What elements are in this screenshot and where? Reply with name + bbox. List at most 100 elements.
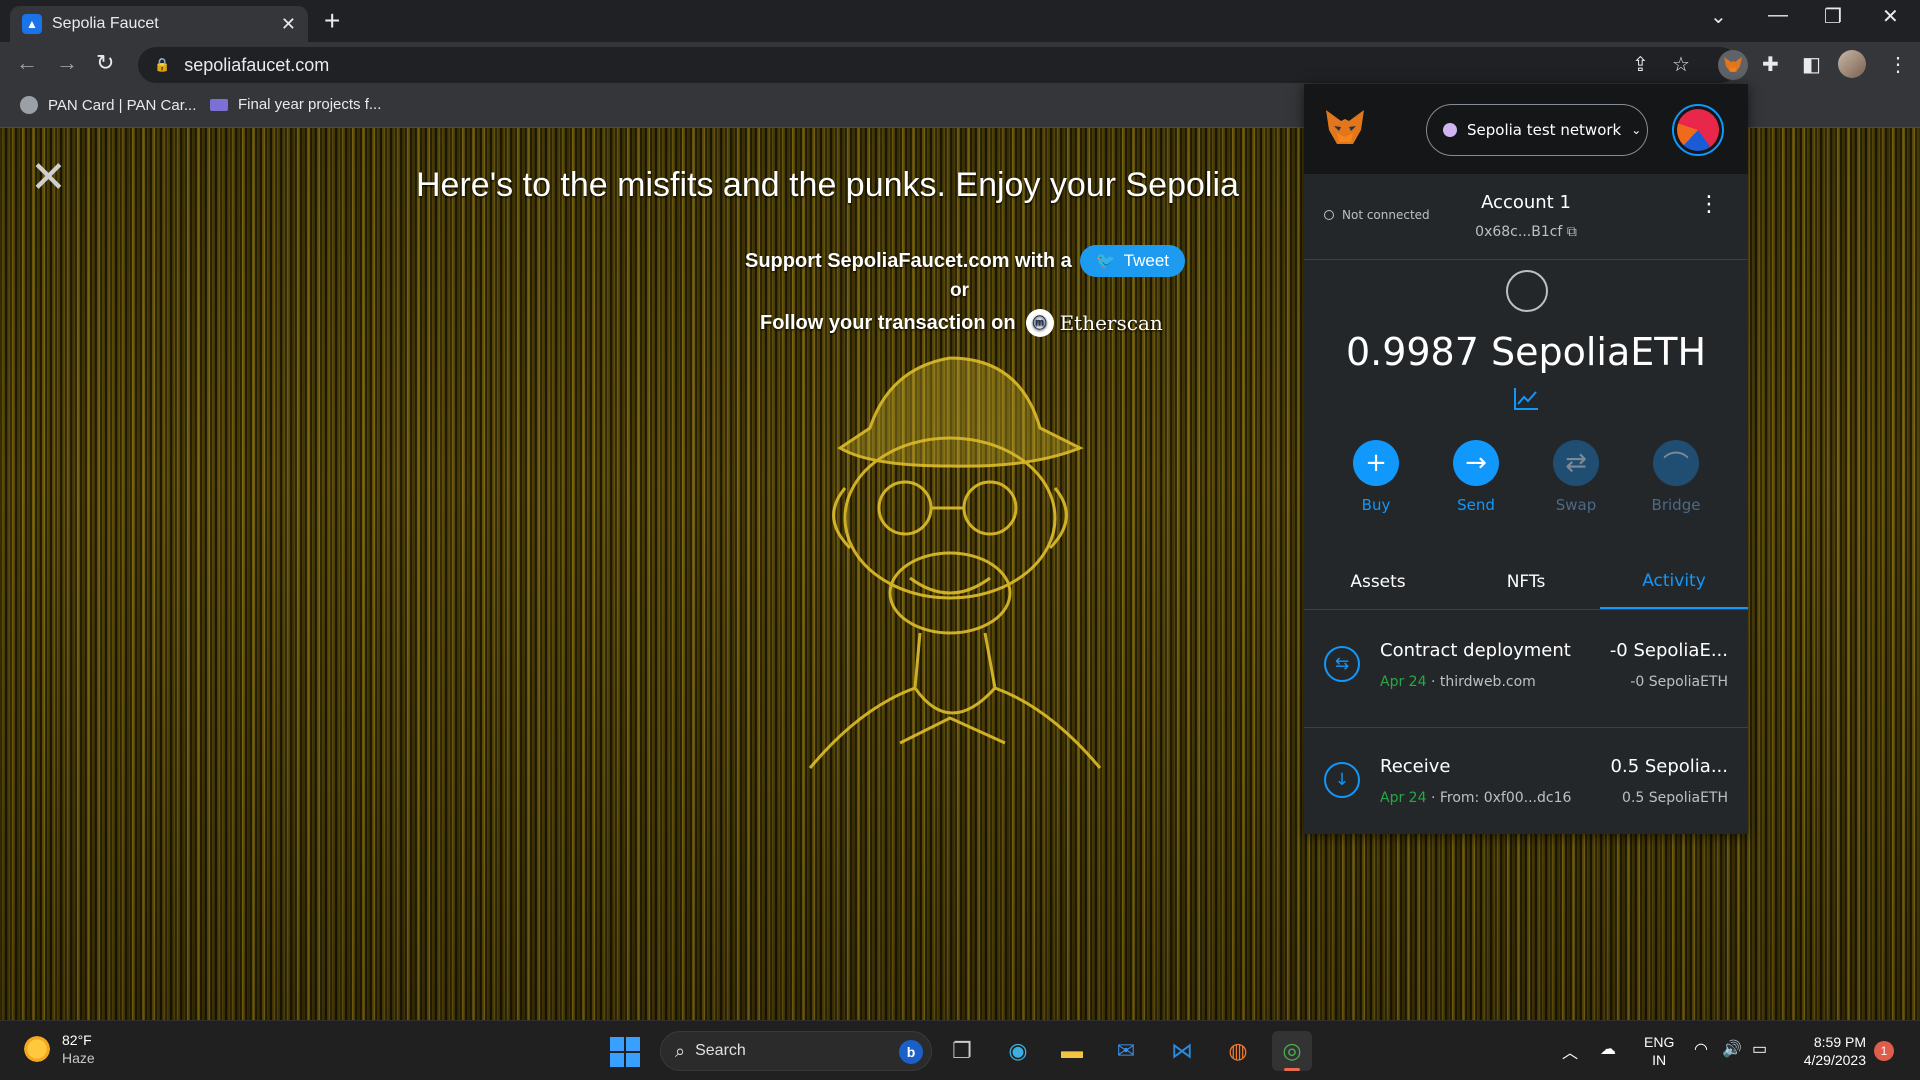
transaction-meta: Apr 24 · From: 0xf00...dc16: [1380, 790, 1572, 806]
edge-icon[interactable]: ◉: [998, 1031, 1038, 1071]
weather-widget[interactable]: 82°F Haze: [22, 1031, 95, 1067]
swap-icon: ⇄: [1553, 440, 1599, 486]
swap-button[interactable]: ⇄ Swap: [1546, 440, 1606, 514]
network-label: Sepolia test network: [1467, 121, 1622, 139]
address-bar[interactable]: 🔒 sepoliafaucet.com: [138, 47, 1738, 83]
support-line: Support SepoliaFaucet.com with a 🐦 Tweet: [745, 245, 1185, 277]
volume-icon[interactable]: 🔊: [1722, 1039, 1742, 1059]
tab-activity[interactable]: Activity: [1600, 554, 1748, 609]
account-avatar[interactable]: [1672, 104, 1724, 156]
extensions-puzzle-icon[interactable]: ✚: [1762, 52, 1779, 77]
browser-tab[interactable]: ▲ Sepolia Faucet ✕: [10, 6, 308, 42]
bridge-button[interactable]: ⌒ Bridge: [1646, 440, 1706, 514]
bing-icon[interactable]: b: [899, 1040, 923, 1064]
time: 8:59 PM: [1813, 1034, 1866, 1050]
transaction-amount: -0 SepoliaE...: [1609, 640, 1728, 661]
etherscan-logo-icon: ⓜ: [1025, 309, 1054, 337]
browser-titlebar: ▲ Sepolia Faucet ✕ + ⌄ — ❐ ✕: [0, 0, 1920, 42]
send-button[interactable]: → Send: [1446, 440, 1506, 514]
transaction-amount-sub: 0.5 SepoliaETH: [1622, 790, 1728, 806]
etherscan-label: Etherscan: [1059, 311, 1163, 335]
token-icon: [1506, 270, 1548, 312]
buy-button[interactable]: + Buy: [1346, 440, 1406, 514]
bookmark-label: PAN Card | PAN Car...: [48, 96, 197, 114]
page-headline: Here's to the misfits and the punks. Enj…: [416, 166, 1239, 204]
tab-nfts[interactable]: NFTs: [1452, 554, 1600, 609]
start-button[interactable]: [610, 1037, 640, 1067]
language-indicator[interactable]: ENG IN: [1644, 1033, 1674, 1069]
search-label: Search: [695, 1042, 746, 1059]
list-item[interactable]: ↓ Receive Apr 24 · From: 0xf00...dc16 0.…: [1304, 728, 1748, 844]
account-address[interactable]: 0x68c...B1cf ⧉: [1304, 224, 1748, 240]
temperature: 82°F: [62, 1032, 92, 1048]
transaction-meta: Apr 24 · thirdweb.com: [1380, 674, 1536, 690]
search-icon: ⌕: [675, 1040, 686, 1061]
notification-badge[interactable]: 1: [1874, 1041, 1894, 1061]
metamask-header: Sepolia test network ⌄: [1304, 84, 1748, 174]
faucet-favicon-icon: ▲: [22, 14, 42, 34]
tab-title: Sepolia Faucet: [52, 15, 159, 32]
tab-assets[interactable]: Assets: [1304, 554, 1452, 609]
close-icon[interactable]: ✕: [30, 156, 67, 200]
list-item[interactable]: ⇆ Contract deployment Apr 24 · thirdweb.…: [1304, 612, 1748, 728]
transaction-date: Apr 24: [1380, 790, 1427, 806]
portfolio-chart-icon[interactable]: [1512, 386, 1540, 412]
bridge-label: Bridge: [1651, 496, 1701, 514]
copy-icon[interactable]: ⧉: [1567, 224, 1577, 240]
firefox-icon[interactable]: ◍: [1218, 1031, 1258, 1071]
share-icon[interactable]: ⇪: [1632, 52, 1649, 77]
metamask-extension-icon[interactable]: [1718, 50, 1748, 80]
side-panel-icon[interactable]: ◧: [1802, 52, 1821, 77]
sun-haze-icon: [22, 1034, 52, 1064]
tray-chevron-up-icon[interactable]: ︿: [1562, 1039, 1578, 1063]
language-code: ENG: [1644, 1034, 1675, 1050]
bookmark-pan-card[interactable]: PAN Card | PAN Car...: [20, 96, 196, 114]
file-explorer-icon[interactable]: ▬: [1052, 1031, 1092, 1071]
metamask-popup: Sepolia test network ⌄ Not connected Acc…: [1304, 84, 1748, 834]
taskbar: 82°F Haze ⌕ Search b ❐ ◉ ▬ ✉ ⋈ ◍ ◎ ︿ ☁ E…: [0, 1020, 1920, 1080]
tab-search-chevron-icon[interactable]: ⌄: [1710, 4, 1727, 29]
contract-icon: ⇆: [1324, 646, 1360, 682]
forward-button[interactable]: →: [56, 50, 78, 76]
plus-icon: +: [1353, 440, 1399, 486]
clock[interactable]: 8:59 PM 4/29/2023: [1796, 1033, 1866, 1069]
globe-icon: [20, 96, 38, 114]
metamask-fox-icon: [1326, 110, 1364, 144]
balance-amount: 0.9987 SepoliaETH: [1345, 330, 1707, 374]
taskbar-search[interactable]: ⌕ Search b: [660, 1031, 932, 1071]
reload-button[interactable]: ↻: [96, 50, 114, 76]
tab-close-icon[interactable]: ✕: [281, 14, 296, 35]
battery-icon[interactable]: ▭: [1752, 1039, 1767, 1059]
address-text: 0x68c...B1cf: [1475, 224, 1563, 240]
minimize-button[interactable]: —: [1768, 4, 1788, 27]
or-text: or: [950, 280, 969, 301]
network-selector[interactable]: Sepolia test network ⌄: [1426, 104, 1648, 156]
window-close-button[interactable]: ✕: [1882, 4, 1899, 29]
transaction-detail: From: 0xf00...dc16: [1439, 790, 1572, 806]
restore-button[interactable]: ❐: [1824, 4, 1842, 29]
mail-icon[interactable]: ✉: [1106, 1031, 1146, 1071]
etherscan-link[interactable]: ⓜ Etherscan: [1025, 309, 1163, 337]
bookmark-final-year-projects[interactable]: Final year projects f...: [210, 96, 381, 113]
transaction-title: Contract deployment: [1380, 640, 1571, 661]
new-tab-button[interactable]: +: [324, 6, 340, 36]
wifi-icon[interactable]: ◠: [1694, 1039, 1708, 1059]
url-text: sepoliafaucet.com: [184, 54, 330, 75]
vscode-icon[interactable]: ⋈: [1162, 1031, 1202, 1071]
arrow-right-icon: →: [1453, 440, 1499, 486]
tweet-label: Tweet: [1123, 251, 1169, 270]
wallet-tabs: Assets NFTs Activity: [1304, 554, 1748, 610]
bookmark-star-icon[interactable]: ☆: [1672, 52, 1690, 77]
chrome-icon[interactable]: ◎: [1272, 1031, 1312, 1071]
chrome-menu-icon[interactable]: ⋮: [1888, 52, 1908, 77]
follow-text: Follow your transaction on: [760, 311, 1016, 334]
support-text: Support SepoliaFaucet.com with a: [745, 249, 1072, 272]
back-button[interactable]: ←: [16, 50, 38, 76]
account-options-icon[interactable]: ⋮: [1698, 194, 1720, 216]
tweet-button[interactable]: 🐦 Tweet: [1079, 245, 1185, 277]
transaction-detail: thirdweb.com: [1439, 674, 1536, 690]
onedrive-cloud-icon[interactable]: ☁: [1600, 1039, 1616, 1059]
profile-avatar[interactable]: [1838, 50, 1866, 78]
buy-label: Buy: [1361, 496, 1391, 514]
task-view-icon[interactable]: ❐: [942, 1031, 982, 1071]
